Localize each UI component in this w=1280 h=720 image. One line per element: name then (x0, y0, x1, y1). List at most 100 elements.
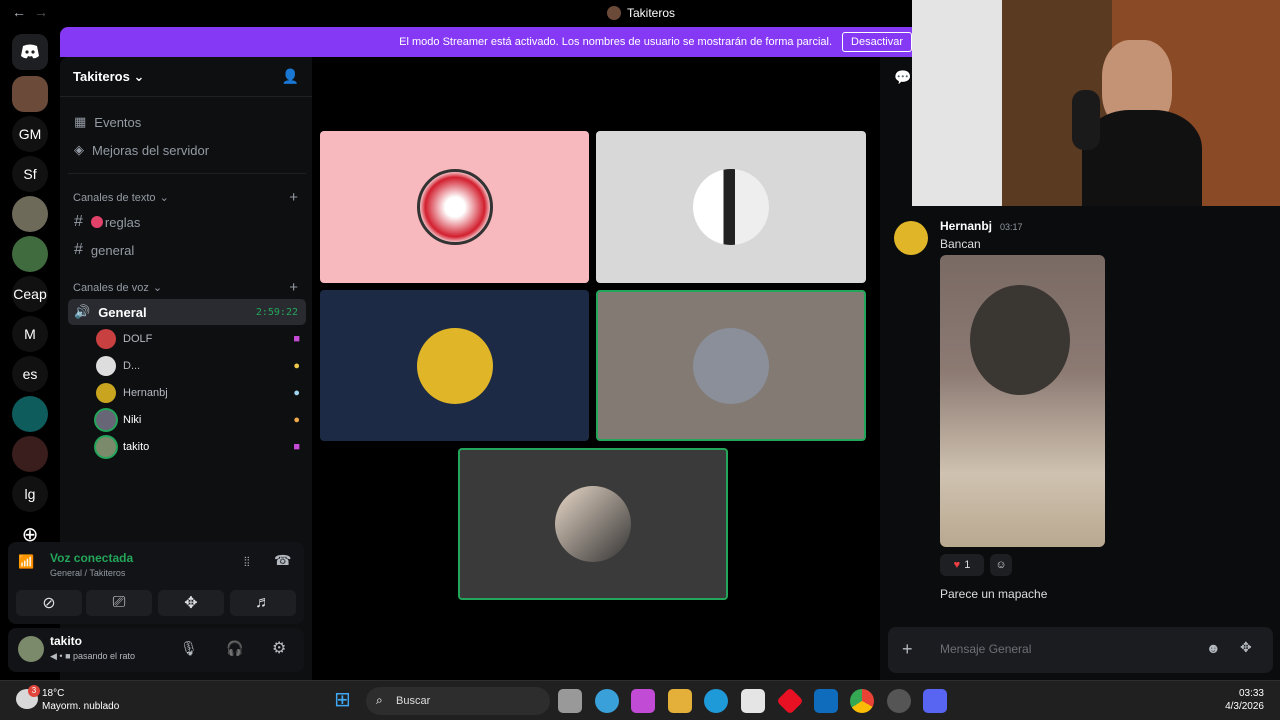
user-status: ◀ • ■ pasando el rato (50, 651, 136, 661)
store-icon[interactable] (741, 689, 765, 713)
activity-icon: ■ (293, 333, 300, 345)
taskbar: 3 18°C Mayorm. nublado ⊞ ⌕ Buscar 03:33 … (0, 680, 1280, 720)
back-button[interactable]: ← (12, 4, 26, 20)
server-avatar-icon[interactable] (12, 436, 48, 472)
attached-photo[interactable] (940, 255, 1105, 547)
server-lg[interactable]: lg (12, 476, 48, 512)
disconnect-icon[interactable]: ☎ (274, 552, 291, 569)
webcam-overlay (912, 0, 1280, 206)
search-label: Buscar (396, 695, 431, 707)
channel-reglas[interactable]: # reglas (68, 209, 306, 235)
participant-tile[interactable] (320, 290, 589, 441)
avatar[interactable] (894, 221, 928, 255)
taskbar-search[interactable]: ⌕ Buscar (366, 687, 550, 715)
hash-icon: # (74, 213, 83, 230)
chat-bubble-icon[interactable]: 💬 (894, 69, 911, 86)
app-icon[interactable] (887, 689, 911, 713)
add-reaction-button[interactable]: ☺ (990, 554, 1012, 576)
chevron-down-icon: ⌄ (133, 68, 145, 84)
avatar (693, 327, 769, 404)
weather-desc: Mayorm. nublado (42, 701, 120, 712)
chevron-down-icon: ⌄ (159, 192, 169, 204)
settings-gear-icon[interactable]: ⚙ (272, 638, 286, 658)
voice-location[interactable]: General / Takiteros (50, 568, 125, 578)
chrome-icon[interactable] (850, 689, 874, 713)
server-header[interactable]: Takiteros ⌄ 👤 (60, 57, 312, 97)
microphone-icon[interactable]: 🎙 (180, 640, 198, 657)
add-channel-icon[interactable]: + (289, 189, 298, 206)
apps-icon[interactable]: ✥ (1240, 639, 1252, 656)
message-time: 03:17 (1000, 222, 1023, 232)
server-avatar-icon[interactable] (12, 196, 48, 232)
task-view-icon[interactable] (558, 689, 582, 713)
message-author[interactable]: Hernanbj (940, 219, 992, 233)
server-takiteros-icon[interactable] (12, 76, 48, 112)
server-boost-item[interactable]: ◈ Mejoras del servidor (68, 137, 306, 163)
voice-user[interactable]: Hernanbj ● (96, 381, 300, 405)
server-m[interactable]: M (12, 316, 48, 352)
windows-start-icon[interactable]: ⊞ (334, 689, 356, 711)
clock-date[interactable]: 4/3/2026 (1208, 701, 1264, 712)
mail-icon[interactable] (814, 689, 838, 713)
emoji-status-icon: ● (293, 414, 300, 426)
server-sf[interactable]: Sf (12, 156, 48, 192)
voice-user[interactable]: Niki ● (96, 408, 300, 432)
participant-tile-speaking[interactable] (458, 448, 728, 600)
server-es[interactable]: es (12, 356, 48, 392)
weather-badge: 3 (28, 685, 40, 697)
soundboard-button[interactable]: ♬ (230, 590, 296, 616)
avatar (416, 169, 493, 245)
smiley-icon: ☺ (995, 559, 1007, 571)
message-text: Bancan (940, 237, 981, 251)
discord-taskbar-icon[interactable] (923, 689, 947, 713)
voice-category[interactable]: Canales de voz ⌄ + (73, 279, 298, 296)
voice-user[interactable]: takito ■ (96, 435, 300, 459)
soundboard-wave-icon[interactable]: ⦙⦙ (244, 554, 250, 570)
forward-button[interactable]: → (34, 4, 48, 20)
server-avatar-icon[interactable] (12, 396, 48, 432)
headphones-icon[interactable]: 🎧 (226, 640, 243, 657)
activities-icon: ✥ (184, 595, 198, 612)
server-ceap[interactable]: Ceap (12, 276, 48, 312)
speaker-icon: 🔊 (74, 304, 91, 319)
server-gm[interactable]: GM (12, 116, 48, 152)
events-item[interactable]: ▦ Eventos (68, 109, 306, 135)
streamer-message: El modo Streamer está activado. Los nomb… (399, 36, 833, 48)
participant-tile[interactable] (596, 131, 866, 283)
clock-time[interactable]: 03:33 (1208, 688, 1264, 699)
copilot-icon[interactable] (631, 689, 655, 713)
text-category[interactable]: Canales de texto ⌄ + (73, 189, 298, 206)
discord-home-icon[interactable] (12, 34, 48, 70)
voice-channel-general[interactable]: 🔊 General 2:59:22 (68, 299, 306, 325)
deactivate-button[interactable]: Desactivar (842, 32, 912, 52)
edge-icon[interactable] (704, 689, 728, 713)
user-panel: takito ◀ • ■ pasando el rato 🎙 🎧 ⚙ (8, 628, 304, 672)
hash-icon: # (74, 241, 83, 258)
widgets-icon[interactable] (595, 689, 619, 713)
voice-user[interactable]: D... ● (96, 354, 300, 378)
server-avatar-icon[interactable] (12, 236, 48, 272)
add-channel-icon[interactable]: + (289, 279, 298, 296)
chevron-down-icon: ⌄ (152, 282, 163, 294)
participant-tile-speaking[interactable] (596, 290, 866, 441)
screen-share-icon: ⎚ (112, 594, 126, 611)
participant-tile[interactable] (320, 131, 589, 283)
plus-icon[interactable]: + (902, 639, 913, 660)
heart-reaction[interactable]: ♥ 1 (940, 554, 984, 576)
dog-shape (970, 285, 1070, 395)
avatar (96, 356, 116, 376)
voice-user[interactable]: DOLF ■ (96, 327, 300, 351)
app-icon[interactable] (776, 687, 804, 715)
file-explorer-icon[interactable] (668, 689, 692, 713)
avatar[interactable] (18, 636, 44, 662)
message-input[interactable]: + Mensaje General ☻ ✥ (888, 627, 1273, 673)
camera-off-button[interactable]: ⊘ (16, 590, 82, 616)
channel-general[interactable]: # general (68, 237, 306, 263)
voice-panel: 📶 Voz conectada General / Takiteros ⦙⦙ ☎… (8, 542, 304, 624)
activities-button[interactable]: ✥ (158, 590, 224, 616)
screen-share-button[interactable]: ⎚ (86, 590, 152, 616)
emoji-icon[interactable]: ☻ (1206, 640, 1221, 656)
invite-icon[interactable]: 👤 (282, 68, 299, 85)
server-icon (607, 6, 621, 20)
boost-icon: ◈ (74, 142, 84, 157)
